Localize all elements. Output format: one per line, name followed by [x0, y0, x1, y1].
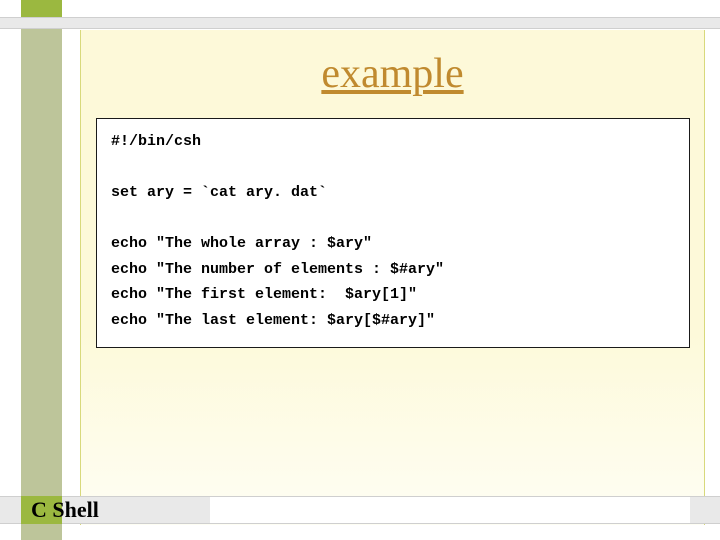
left-decor-strip [21, 0, 62, 540]
left-decor-strip-top [21, 0, 62, 17]
bottom-white-panel [210, 496, 690, 524]
code-block: #!/bin/csh set ary = `cat ary. dat` echo… [96, 118, 690, 348]
slide-title: example [80, 50, 705, 98]
slide: example #!/bin/csh set ary = `cat ary. d… [0, 0, 720, 540]
top-decor-strip [0, 17, 720, 29]
footer-label: C Shell [21, 492, 109, 528]
